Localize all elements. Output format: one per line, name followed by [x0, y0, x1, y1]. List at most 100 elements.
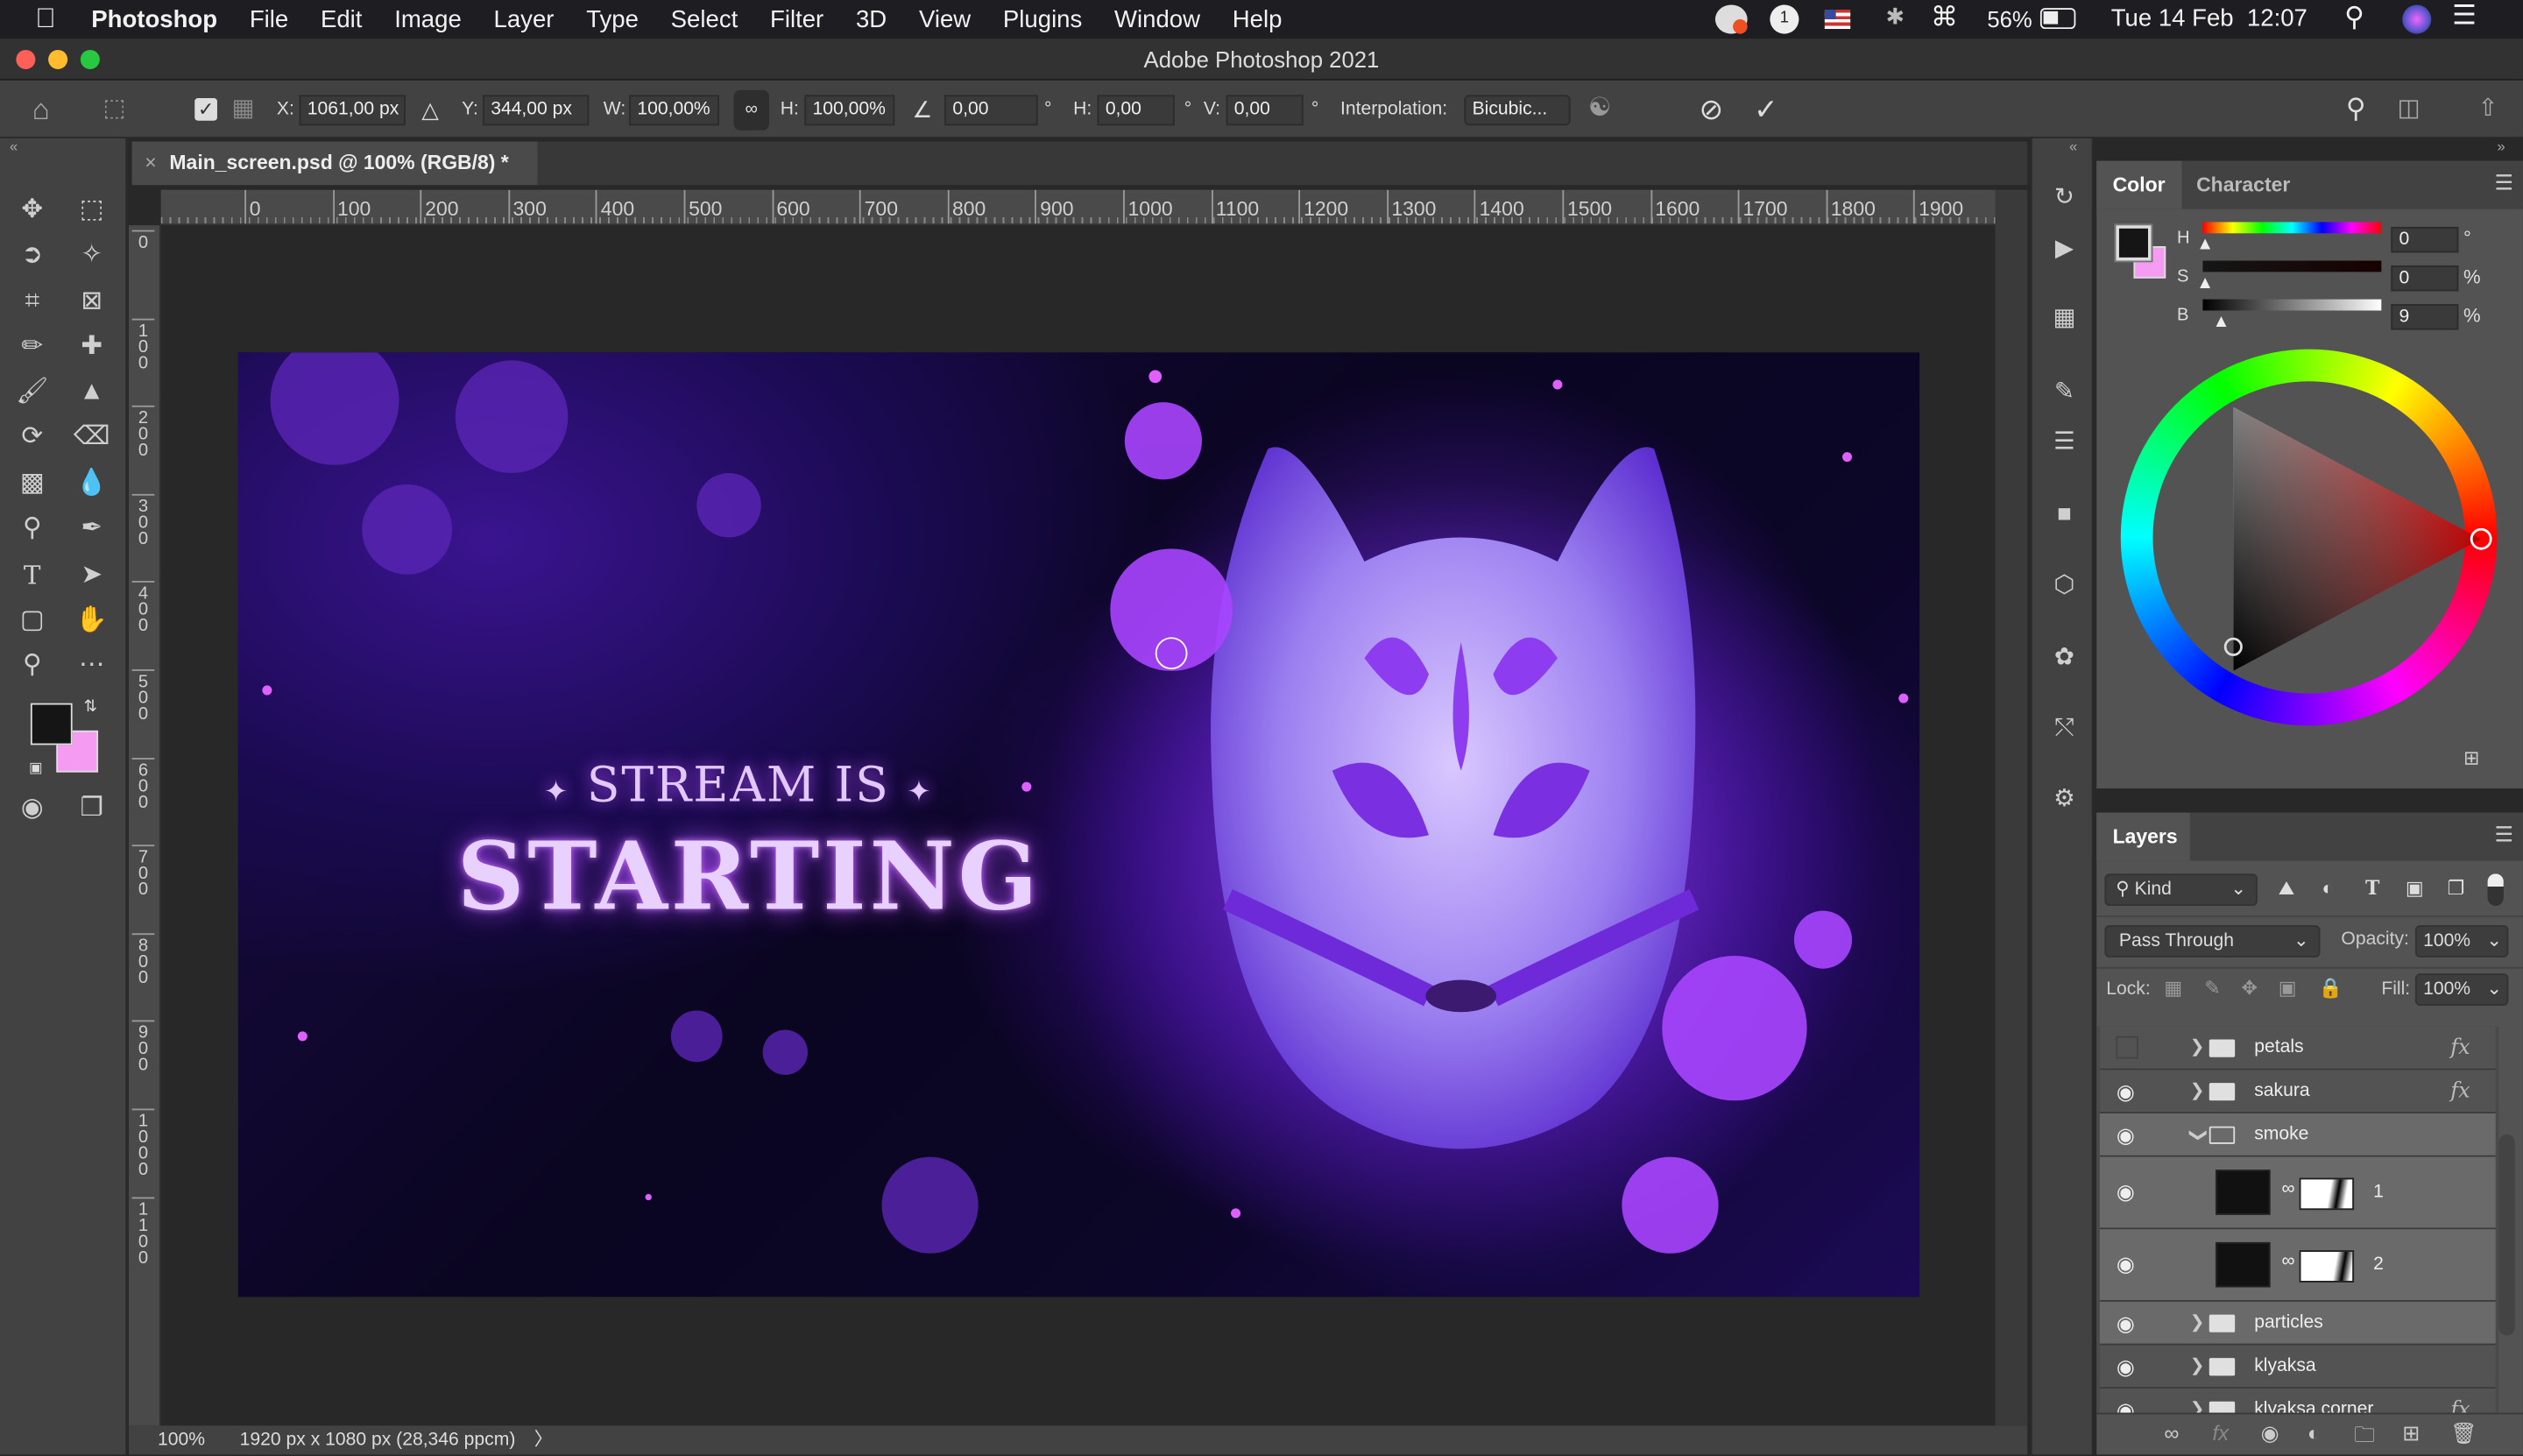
layers-scrollbar[interactable]: [2498, 1134, 2515, 1336]
us-flag-icon[interactable]: [1824, 10, 1851, 30]
history-brush-tool-icon[interactable]: ⟳: [11, 419, 53, 457]
collapse-toolbar-icon[interactable]: «: [10, 138, 18, 154]
canvas-area[interactable]: ✦ STREAM IS ✦ STARTING: [160, 225, 1996, 1426]
link-layers-icon[interactable]: ∞: [2164, 1421, 2179, 1445]
height-input[interactable]: 100,00%: [804, 95, 895, 126]
marquee-tool-icon[interactable]: ⬚: [71, 192, 113, 230]
eye-icon[interactable]: ◉: [2113, 1398, 2138, 1413]
3d-panel-icon[interactable]: ⬡: [2045, 567, 2083, 605]
color-wheel[interactable]: [2120, 349, 2498, 726]
lock-transparent-icon[interactable]: ▦: [2164, 977, 2182, 1000]
saturation-input[interactable]: 0: [2391, 265, 2459, 292]
layer-row-1[interactable]: ◉ ∞ 1: [2099, 1156, 2496, 1230]
menu-filter[interactable]: Filter: [770, 5, 823, 32]
move-tool-icon[interactable]: ✥: [11, 192, 53, 230]
menu-window[interactable]: Window: [1114, 5, 1200, 32]
expand-group-icon[interactable]: ❯: [2190, 1302, 2205, 1346]
brush-tool-icon[interactable]: 🖌: [11, 373, 53, 412]
interpolation-select[interactable]: Bicubic...: [1464, 95, 1571, 126]
saturation-slider-handle[interactable]: ▲: [2196, 273, 2214, 293]
gradient-tool-icon[interactable]: ▩: [11, 465, 53, 504]
add-mask-icon[interactable]: ◉: [2261, 1421, 2279, 1446]
saturation-slider[interactable]: [2202, 260, 2382, 272]
shape-tool-icon[interactable]: ▢: [11, 602, 53, 640]
tab-character[interactable]: Character: [2180, 161, 2307, 209]
new-layer-icon[interactable]: ⊞: [2402, 1421, 2420, 1446]
menu-type[interactable]: Type: [586, 5, 639, 32]
fill-input[interactable]: 100% ⌄: [2414, 973, 2509, 1006]
brightness-input[interactable]: 9: [2391, 304, 2459, 330]
battery-icon[interactable]: [2039, 8, 2076, 30]
new-group-icon[interactable]: 🗀: [2354, 1421, 2375, 1456]
magic-wand-tool-icon[interactable]: ✧: [71, 237, 113, 275]
filter-adjustment-icon[interactable]: ◐: [2322, 877, 2333, 900]
panel-menu-icon[interactable]: ☰: [2495, 823, 2513, 848]
lock-all-icon[interactable]: 🔒: [2319, 977, 2343, 1000]
mask-link-icon[interactable]: ∞: [2281, 1252, 2294, 1271]
reference-point-checkbox[interactable]: ✓: [194, 98, 217, 121]
adjustments-panel-icon[interactable]: ☰: [2045, 423, 2083, 462]
add-layer-style-icon[interactable]: fx: [2212, 1421, 2229, 1445]
more-tools-icon[interactable]: ⋯: [71, 647, 113, 685]
history-panel-icon[interactable]: ↻: [2045, 179, 2083, 217]
hue-slider-handle[interactable]: ▲: [2196, 235, 2214, 254]
expand-group-icon[interactable]: ❯: [2190, 1389, 2205, 1413]
blur-tool-icon[interactable]: 💧: [71, 465, 113, 504]
reference-point-tool-icon[interactable]: ⬚: [103, 81, 126, 138]
delete-layer-icon[interactable]: 🗑: [2450, 1421, 2477, 1446]
eye-icon[interactable]: ◉: [2113, 1355, 2138, 1381]
opacity-input[interactable]: 100% ⌄: [2414, 925, 2509, 958]
reference-point-grid-icon[interactable]: ▦: [231, 81, 254, 138]
actions-panel-icon[interactable]: ▶: [2045, 230, 2083, 269]
swap-colors-icon[interactable]: ⇅: [84, 698, 97, 716]
filter-shape-icon[interactable]: ▣: [2406, 877, 2424, 900]
close-window-button[interactable]: [16, 49, 36, 69]
filter-smart-object-icon[interactable]: ❐: [2448, 877, 2465, 900]
filter-toggle-icon[interactable]: [2487, 873, 2504, 907]
document-info[interactable]: 1920 px x 1080 px (28,346 ppcm): [240, 1425, 516, 1454]
expand-group-icon[interactable]: ❯: [2190, 1027, 2205, 1071]
visibility-toggle-empty[interactable]: [2116, 1035, 2138, 1059]
menu-help[interactable]: Help: [1233, 5, 1283, 32]
home-icon[interactable]: ⌂: [32, 81, 50, 138]
relative-position-icon[interactable]: △: [421, 81, 439, 138]
color-triangle[interactable]: [2121, 350, 2498, 726]
menu-image[interactable]: Image: [394, 5, 462, 32]
eye-icon[interactable]: ◉: [2113, 1179, 2138, 1205]
zoom-level[interactable]: 100%: [158, 1425, 205, 1454]
brush-settings-icon[interactable]: ✎: [2045, 373, 2083, 412]
layer-mask-thumbnail[interactable]: [2299, 1177, 2355, 1211]
lock-position-icon[interactable]: ✥: [2242, 977, 2258, 1000]
eye-icon[interactable]: ◉: [2113, 1079, 2138, 1105]
healing-brush-tool-icon[interactable]: ✚: [71, 329, 113, 367]
path-selection-tool-icon[interactable]: ➤: [71, 556, 113, 595]
menu-plugins[interactable]: Plugins: [1003, 5, 1082, 32]
siri-icon[interactable]: [2402, 4, 2432, 34]
menu-3d[interactable]: 3D: [856, 5, 887, 32]
close-tab-icon[interactable]: ×: [145, 152, 156, 174]
screen-mode-icon[interactable]: ❐: [71, 790, 113, 829]
tab-layers[interactable]: Layers: [2096, 812, 2190, 861]
wifi-icon[interactable]: ⌘: [1931, 2, 1958, 34]
filter-type-icon[interactable]: T: [2365, 877, 2379, 900]
menu-select[interactable]: Select: [671, 5, 739, 32]
eye-icon[interactable]: ◉: [2113, 1252, 2138, 1277]
status-menu-arrow[interactable]: 〉: [534, 1425, 553, 1454]
creative-cloud-icon[interactable]: [1714, 4, 1748, 34]
menu-file[interactable]: File: [250, 5, 288, 32]
layer-row-klyaksa[interactable]: ◉ ❯ klyaksa: [2099, 1345, 2496, 1389]
spotlight-search-icon[interactable]: ⚲: [2344, 2, 2364, 34]
clone-stamp-tool-icon[interactable]: ▲: [71, 373, 113, 412]
tab-color[interactable]: Color: [2096, 160, 2181, 209]
v-skew-input[interactable]: 0,00: [1226, 95, 1304, 126]
layer-row-sakura[interactable]: ◉ ❯ sakura fx: [2099, 1070, 2496, 1113]
x-position-input[interactable]: 1061,00 px: [299, 95, 406, 126]
type-tool-icon[interactable]: T: [11, 556, 53, 595]
layer-row-klyaksa-corner[interactable]: ◉ ❯ klyaksa corner fx: [2099, 1389, 2496, 1413]
add-to-swatches-icon[interactable]: ⊞: [2463, 746, 2479, 769]
apple-icon[interactable]: : [35, 4, 55, 36]
hue-input[interactable]: 0: [2391, 226, 2459, 253]
h-skew-input[interactable]: 0,00: [1097, 95, 1175, 126]
y-position-input[interactable]: 344,00 px: [483, 95, 590, 126]
layer-effects-icon[interactable]: fx: [2450, 1070, 2470, 1113]
